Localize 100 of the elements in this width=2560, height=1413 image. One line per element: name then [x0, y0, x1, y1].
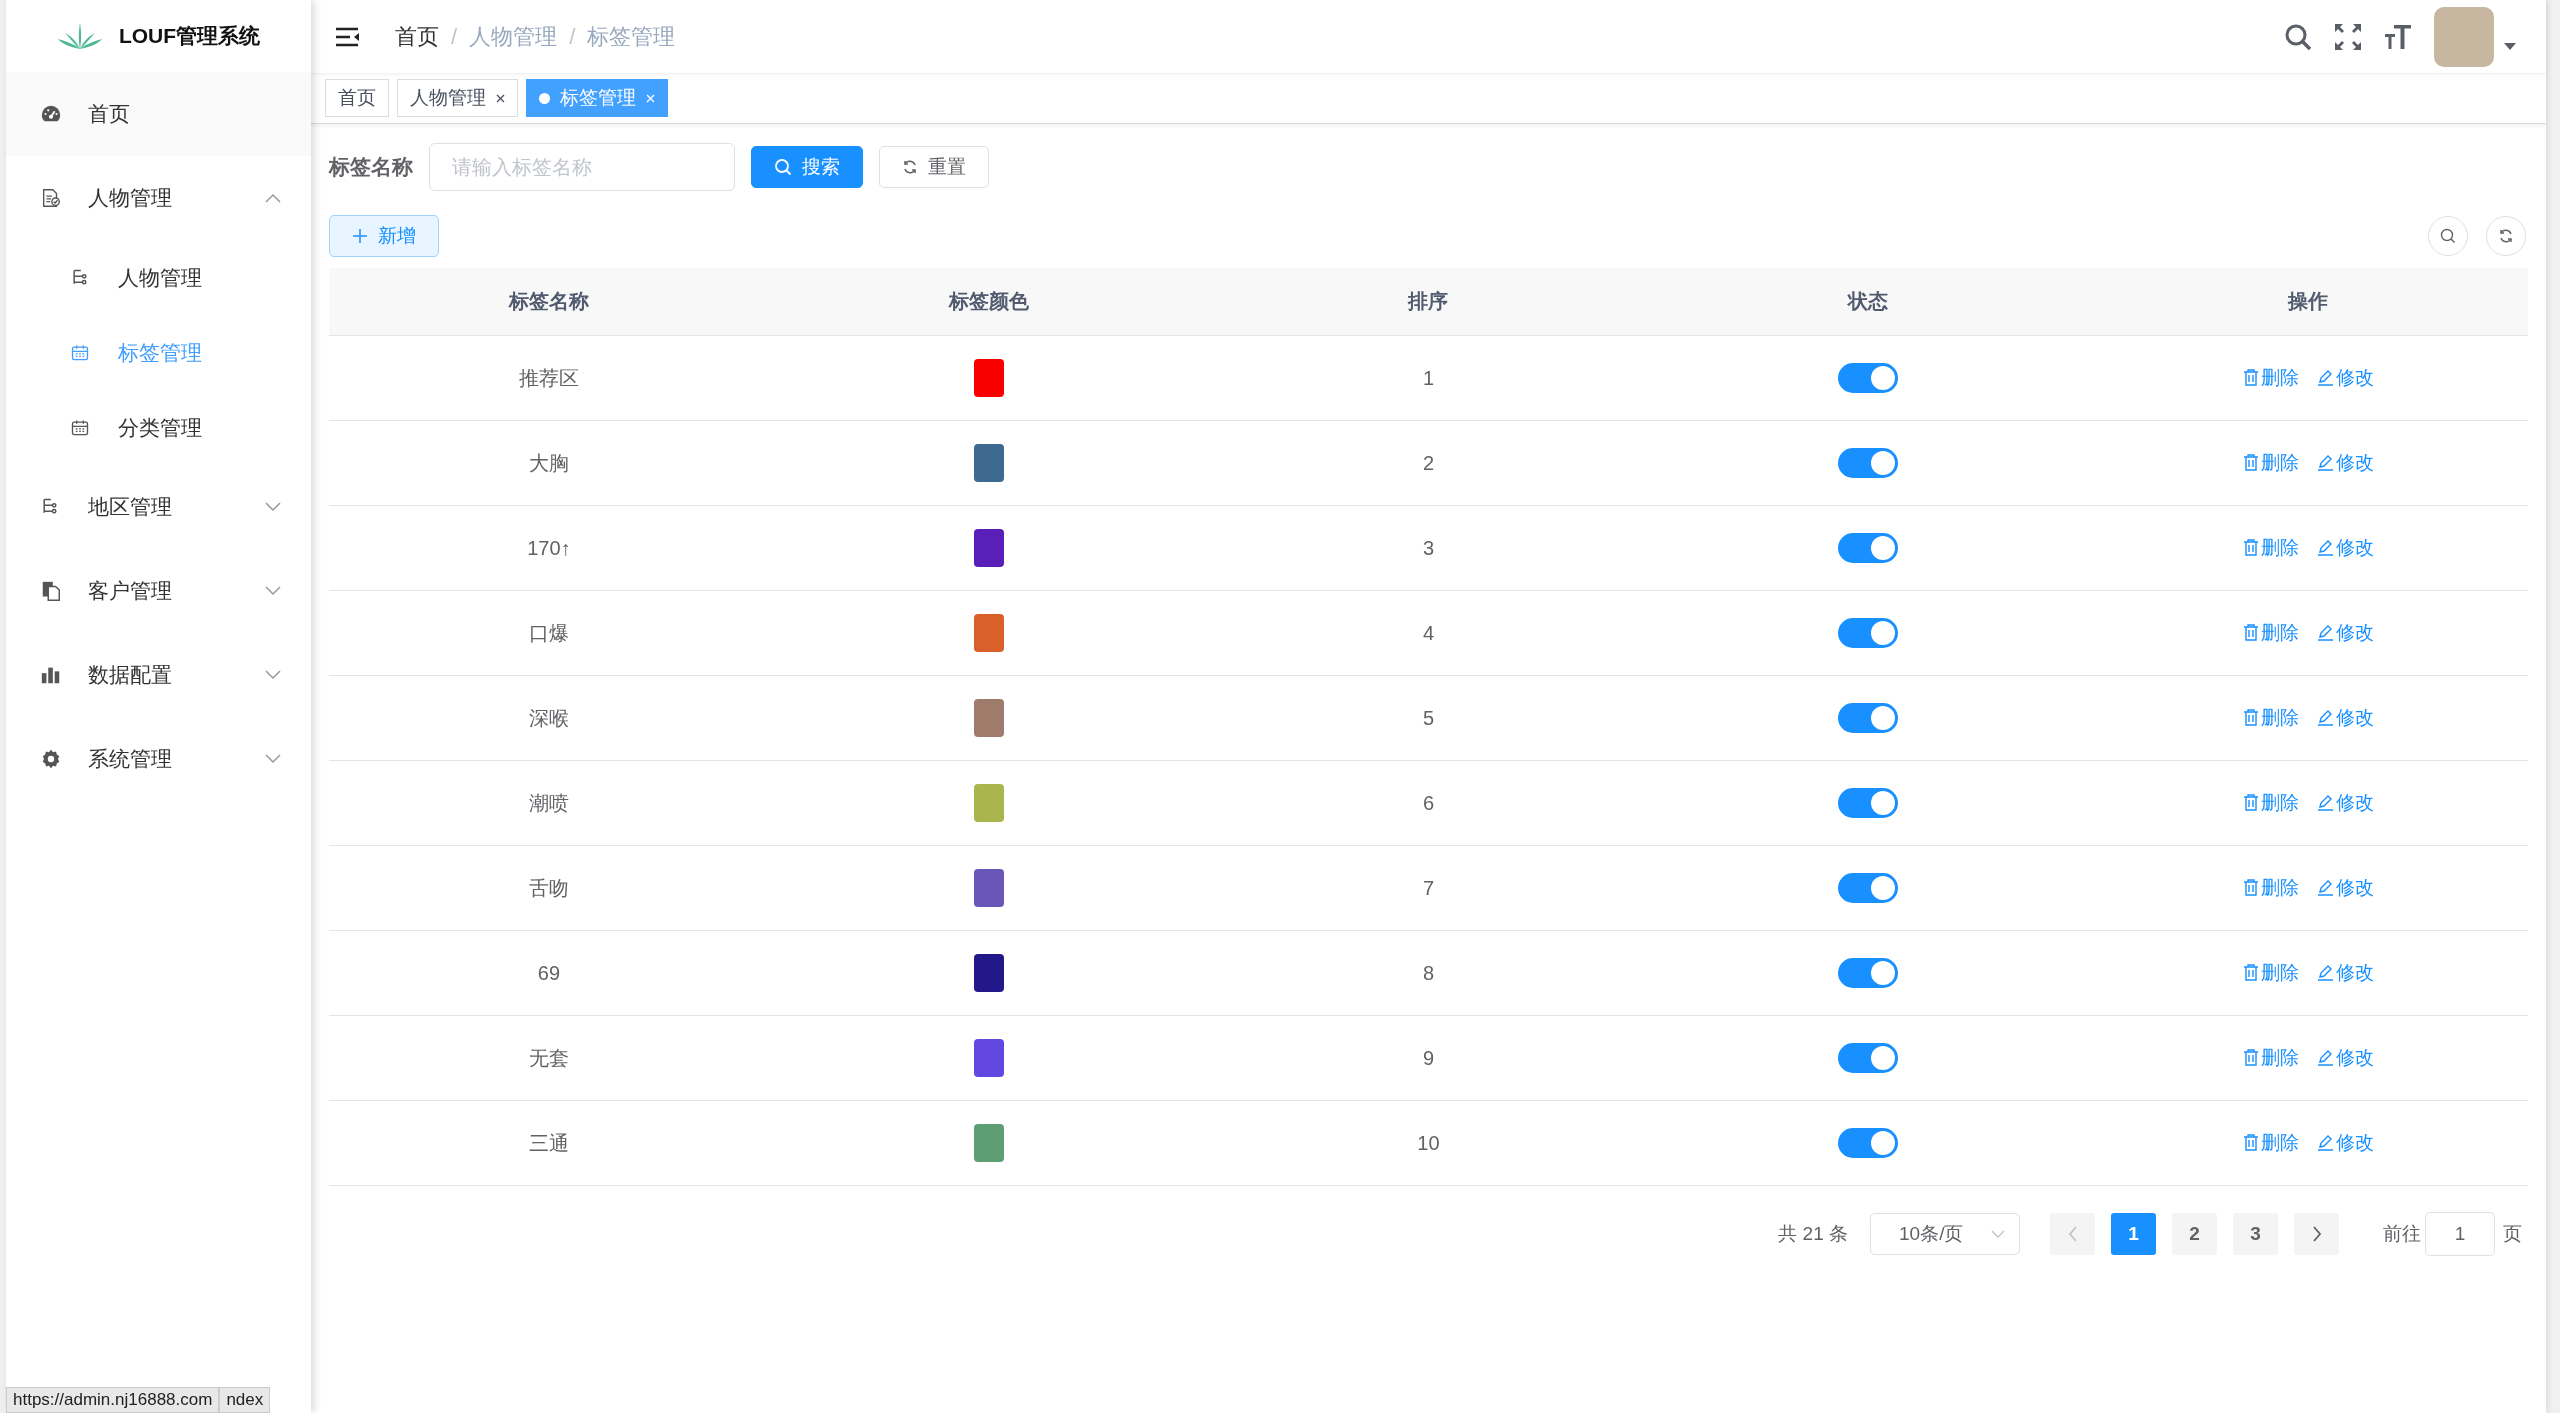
pencil-icon: [2316, 709, 2334, 727]
status-switch[interactable]: [1838, 873, 1899, 903]
breadcrumb-item[interactable]: 首页: [395, 21, 439, 52]
table-cell: 无套: [329, 1015, 769, 1101]
font-size-icon[interactable]: [2384, 22, 2412, 51]
submenu-item[interactable]: 标签管理: [6, 315, 311, 390]
column-header: 标签颜色: [768, 268, 1209, 336]
page-button[interactable]: 1: [2111, 1213, 2156, 1255]
delete-link[interactable]: 删除: [2242, 1129, 2299, 1156]
field-label: 标签名称: [329, 154, 413, 180]
menu-item[interactable]: 客户管理: [6, 549, 311, 633]
search-button[interactable]: 搜索: [751, 146, 863, 188]
add-button[interactable]: 新增: [329, 215, 439, 257]
search-icon[interactable]: [2284, 22, 2312, 51]
status-switch[interactable]: [1838, 703, 1899, 733]
delete-link[interactable]: 删除: [2242, 789, 2299, 816]
edit-link[interactable]: 修改: [2316, 619, 2374, 646]
menu-toggle-icon[interactable]: [335, 25, 361, 48]
menu-item[interactable]: 数据配置: [6, 633, 311, 717]
menu-item[interactable]: 系统管理: [6, 717, 311, 801]
pencil-icon: [2316, 794, 2334, 812]
breadcrumb-item: 标签管理: [587, 22, 676, 51]
dropdown-caret-icon[interactable]: [2504, 42, 2516, 51]
trash-icon: [2242, 794, 2259, 812]
pencil-icon: [2316, 454, 2334, 472]
pencil-icon: [2316, 624, 2334, 642]
avatar-photo-placeholder[interactable]: [2434, 6, 2494, 67]
close-icon[interactable]: [496, 93, 505, 103]
column-header: 标签名称: [329, 268, 769, 336]
table-cell: 5: [1208, 675, 1649, 761]
edit-link[interactable]: 修改: [2316, 959, 2374, 986]
chevron-icon: [265, 754, 281, 764]
table-cell: 69: [329, 930, 769, 1016]
table-cell: 推荐区: [329, 335, 769, 421]
edit-link[interactable]: 修改: [2316, 789, 2374, 816]
status-switch[interactable]: [1838, 1043, 1899, 1073]
table-cell: 7: [1208, 845, 1649, 931]
column-header: 状态: [1648, 268, 2089, 336]
trash-icon: [2242, 1049, 2259, 1067]
table-cell: 1: [1208, 335, 1649, 421]
delete-link[interactable]: 删除: [2242, 704, 2299, 731]
menu-item[interactable]: 人物管理: [6, 156, 311, 240]
table-cell: 9: [1208, 1015, 1649, 1101]
trash-icon: [2242, 879, 2259, 897]
menu-item[interactable]: 地区管理: [6, 465, 311, 549]
column-header: 操作: [2088, 268, 2528, 336]
delete-link[interactable]: 删除: [2242, 874, 2299, 901]
edit-link[interactable]: 修改: [2316, 1044, 2374, 1071]
page-tab[interactable]: 首页: [325, 79, 389, 117]
delete-link[interactable]: 删除: [2242, 364, 2299, 391]
edit-link[interactable]: 修改: [2316, 534, 2374, 561]
breadcrumb-item[interactable]: 人物管理: [469, 21, 558, 52]
menu-item[interactable]: 首页: [6, 72, 311, 156]
trash-icon: [2242, 454, 2259, 472]
edit-link[interactable]: 修改: [2316, 874, 2374, 901]
edit-link[interactable]: 修改: [2316, 1129, 2374, 1156]
fullscreen-icon[interactable]: [2334, 22, 2362, 51]
edit-link[interactable]: 修改: [2316, 364, 2374, 391]
table-cell: 10: [1208, 1100, 1649, 1186]
page-tab[interactable]: 人物管理: [397, 79, 518, 117]
status-switch[interactable]: [1838, 363, 1899, 393]
trash-icon: [2242, 1134, 2259, 1152]
trash-icon: [2242, 624, 2259, 642]
submenu-item[interactable]: 人物管理: [6, 240, 311, 315]
table-cell: 潮喷: [329, 760, 769, 846]
breadcrumb-separator: /: [451, 23, 458, 50]
status-switch[interactable]: [1838, 788, 1899, 818]
page-size-select[interactable]: 10条/页: [1870, 1213, 2020, 1255]
chevron-left-icon: [2067, 1226, 2078, 1242]
table-cell: 3: [1208, 505, 1649, 591]
chevron-icon: [265, 586, 281, 596]
trash-icon: [2242, 709, 2259, 727]
status-switch[interactable]: [1838, 1128, 1899, 1158]
breadcrumb-separator: /: [569, 23, 576, 50]
delete-link[interactable]: 删除: [2242, 449, 2299, 476]
submenu-item[interactable]: 分类管理: [6, 390, 311, 465]
delete-link[interactable]: 删除: [2242, 534, 2299, 561]
pencil-icon: [2316, 1134, 2334, 1152]
status-switch[interactable]: [1838, 958, 1899, 988]
plus-icon: [352, 228, 368, 244]
edit-link[interactable]: 修改: [2316, 449, 2374, 476]
delete-link[interactable]: 删除: [2242, 1044, 2299, 1071]
page-number-input[interactable]: 1: [2425, 1212, 2495, 1256]
delete-link[interactable]: 删除: [2242, 959, 2299, 986]
status-switch[interactable]: [1838, 448, 1899, 478]
table-cell: 170↑: [329, 505, 769, 591]
pencil-icon: [2316, 539, 2334, 557]
page-button[interactable]: 3: [2233, 1213, 2278, 1255]
status-switch[interactable]: [1838, 533, 1899, 563]
active-dot: [539, 92, 550, 104]
pencil-icon: [2316, 369, 2334, 387]
goto-label: 前往: [2383, 1222, 2421, 1246]
reset-button[interactable]: 重置: [879, 146, 989, 188]
tag-name-input[interactable]: 请输入标签名称: [429, 143, 735, 191]
column-header: 排序: [1208, 268, 1649, 336]
edit-link[interactable]: 修改: [2316, 704, 2374, 731]
status-switch[interactable]: [1838, 618, 1899, 648]
page-tab[interactable]: 标签管理: [526, 79, 668, 117]
page-button[interactable]: 2: [2172, 1213, 2217, 1255]
delete-link[interactable]: 删除: [2242, 619, 2299, 646]
